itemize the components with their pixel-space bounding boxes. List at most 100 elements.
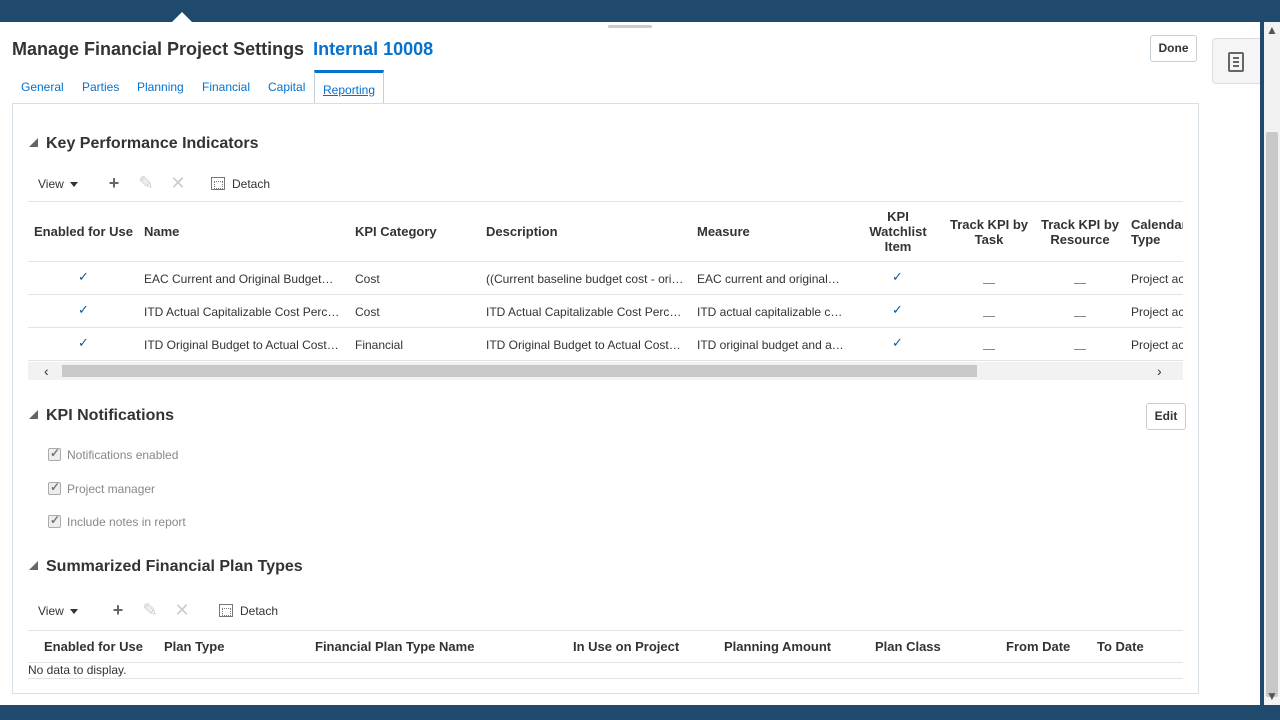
page-title: Manage Financial Project Settings Interna…	[12, 39, 433, 60]
top-navigation-bar	[0, 0, 1280, 22]
kpi-measure-cell: EAC current and original…	[697, 272, 840, 286]
kpi-description-cell: ITD Actual Capitalizable Cost Perc…	[486, 305, 682, 319]
track-resource-empty	[1074, 283, 1086, 284]
add-icon[interactable]: +	[104, 173, 124, 193]
kpi-measure-cell: ITD original budget and a…	[697, 338, 844, 352]
detach-icon	[211, 177, 225, 190]
kpi-section-header[interactable]: Key Performance Indicators	[29, 135, 259, 153]
column-header[interactable]: Planning Amount	[724, 639, 831, 654]
track-resource-empty	[1074, 349, 1086, 350]
track-task-empty	[983, 316, 995, 317]
plan-types-toolbar: View + ✎ ✕ Detach	[38, 600, 338, 624]
scroll-down-icon[interactable]: ▼	[1266, 690, 1278, 702]
collapse-triangle-icon[interactable]	[29, 410, 38, 419]
scroll-right-icon[interactable]: ›	[1157, 363, 1162, 379]
column-header[interactable]: Name	[144, 224, 179, 239]
plan-types-section-title: Summarized Financial Plan Types	[46, 558, 303, 575]
kpi-section-title: Key Performance Indicators	[46, 135, 259, 152]
track-resource-empty	[1074, 316, 1086, 317]
empty-table-message: No data to display.	[28, 663, 127, 677]
kpi-table: Enabled for Use Name KPI Category Descri…	[28, 201, 1183, 361]
enabled-check-icon: ✓	[78, 302, 89, 317]
edit-pencil-icon: ✎	[142, 600, 158, 620]
view-menu[interactable]: View	[38, 604, 78, 618]
column-header[interactable]: Financial Plan Type Name	[315, 639, 474, 654]
column-header[interactable]: To Date	[1097, 639, 1144, 654]
view-menu-label: View	[38, 177, 64, 191]
checkbox-label: Include notes in report	[67, 515, 186, 529]
side-panel-toggle[interactable]	[1212, 38, 1260, 84]
plan-types-section-header[interactable]: Summarized Financial Plan Types	[29, 558, 303, 576]
tab-parties[interactable]: Parties	[82, 80, 119, 94]
column-header[interactable]: KPI Watchlist Item	[858, 209, 938, 254]
active-nav-indicator	[172, 12, 192, 22]
column-header[interactable]: Enabled for Use	[44, 639, 143, 654]
vertical-scroll-thumb[interactable]	[1266, 132, 1278, 697]
detach-label: Detach	[240, 604, 279, 618]
enabled-check-icon: ✓	[78, 335, 89, 350]
bottom-bar	[0, 705, 1280, 720]
project-manager-checkbox: Project manager	[48, 480, 155, 496]
edit-button[interactable]: Edit	[1146, 403, 1186, 430]
plan-types-table: Enabled for Use Plan Type Financial Plan…	[28, 630, 1183, 680]
detach-button[interactable]: Detach	[219, 604, 278, 618]
column-header[interactable]: Plan Type	[164, 639, 224, 654]
column-header[interactable]: Track KPI by Task	[944, 217, 1034, 247]
document-icon	[1228, 52, 1244, 72]
kpi-toolbar: View + ✎ ✕ Detach	[38, 173, 338, 197]
kpi-name-cell[interactable]: ITD Original Budget to Actual Cost…	[144, 338, 344, 352]
column-header[interactable]: From Date	[1006, 639, 1070, 654]
tab-planning[interactable]: Planning	[137, 80, 184, 94]
detach-button[interactable]: Detach	[211, 177, 270, 191]
tab-capital[interactable]: Capital	[268, 80, 305, 94]
horizontal-scroll-thumb[interactable]	[62, 365, 977, 377]
column-header[interactable]: Enabled for Use	[34, 224, 133, 239]
include-notes-checkbox: Include notes in report	[48, 513, 186, 529]
notifications-section-header[interactable]: KPI Notifications	[29, 407, 174, 425]
collapse-triangle-icon[interactable]	[29, 138, 38, 147]
kpi-category-cell: Financial	[355, 338, 404, 352]
track-task-empty	[983, 283, 995, 284]
column-header[interactable]: Calendar Type	[1131, 217, 1183, 247]
watchlist-check-icon: ✓	[892, 302, 903, 317]
column-header[interactable]: In Use on Project	[573, 639, 679, 654]
kpi-category-cell: Cost	[355, 305, 380, 319]
column-header[interactable]: Description	[486, 224, 558, 239]
calendar-type-cell: Project ac	[1131, 305, 1183, 319]
resize-grip[interactable]	[608, 25, 652, 28]
scroll-up-icon[interactable]: ▲	[1266, 24, 1278, 36]
done-button[interactable]: Done	[1150, 35, 1197, 62]
notifications-section-title: KPI Notifications	[46, 407, 175, 424]
kpi-name-cell[interactable]: ITD Actual Capitalizable Cost Perc…	[144, 305, 344, 319]
kpi-name-cell[interactable]: EAC Current and Original Budget…	[144, 272, 344, 286]
tab-financial[interactable]: Financial	[202, 80, 250, 94]
tab-reporting[interactable]: Reporting	[314, 70, 385, 103]
track-task-empty	[983, 349, 995, 350]
notifications-enabled-checkbox: Notifications enabled	[48, 446, 179, 462]
add-icon[interactable]: +	[108, 600, 128, 620]
kpi-measure-cell: ITD actual capitalizable c…	[697, 305, 843, 319]
detach-icon	[219, 604, 233, 617]
scroll-left-icon[interactable]: ‹	[44, 363, 49, 379]
column-header[interactable]: Measure	[697, 224, 750, 239]
page-title-text: Manage Financial Project Settings	[12, 39, 305, 59]
checkbox-checked-icon	[48, 513, 61, 528]
collapse-triangle-icon[interactable]	[29, 561, 38, 570]
column-header[interactable]: Track KPI by Resource	[1036, 217, 1124, 247]
checkbox-label: Notifications enabled	[67, 448, 179, 462]
horizontal-scrollbar[interactable]: ‹ ›	[28, 362, 1183, 380]
vertical-scrollbar[interactable]: ▲ ▼	[1264, 22, 1280, 705]
detach-label: Detach	[232, 177, 271, 191]
kpi-description-cell: ((Current baseline budget cost - ori…	[486, 272, 684, 286]
edit-pencil-icon: ✎	[138, 173, 154, 193]
delete-icon: ✕	[174, 600, 190, 620]
column-header[interactable]: Plan Class	[875, 639, 941, 654]
checkbox-checked-icon	[48, 480, 61, 495]
chevron-down-icon	[69, 182, 78, 187]
tab-general[interactable]: General	[21, 80, 64, 94]
project-name: Internal 10008	[313, 39, 434, 59]
watchlist-check-icon: ✓	[892, 269, 903, 284]
column-header[interactable]: KPI Category	[355, 224, 437, 239]
view-menu[interactable]: View	[38, 177, 78, 191]
watchlist-check-icon: ✓	[892, 335, 903, 350]
